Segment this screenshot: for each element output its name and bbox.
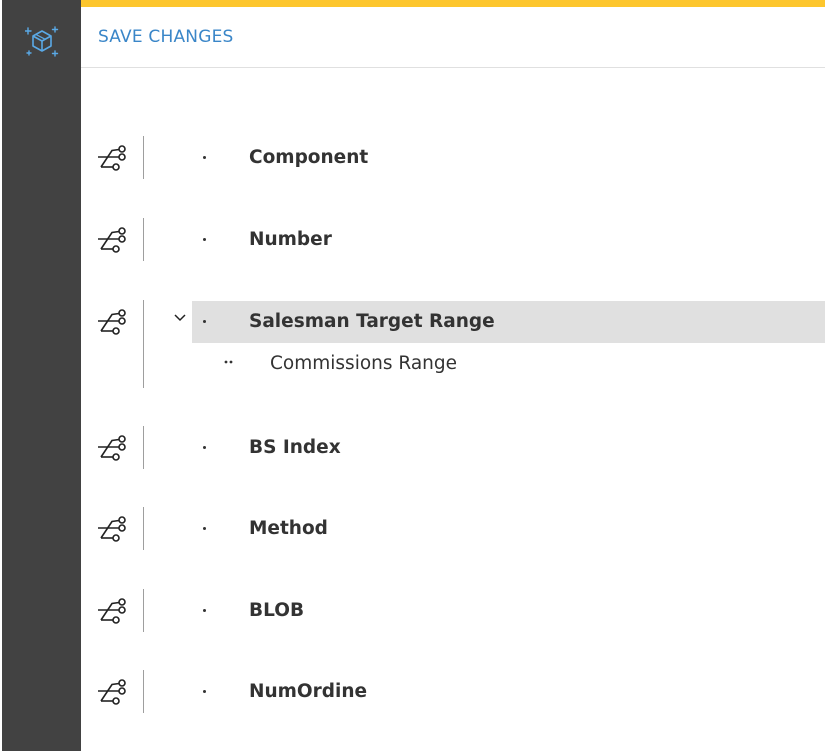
sidebar [0, 0, 81, 751]
app-window: SAVE CHANGES Component Number Salesman T… [0, 0, 825, 751]
node-bullet [203, 527, 206, 530]
node-bullet [203, 446, 206, 449]
hierarchy-nodes-icon[interactable] [96, 514, 130, 544]
toolbar: SAVE CHANGES [81, 7, 825, 68]
row-divider [143, 589, 144, 632]
tree-node-label: BLOB [249, 600, 305, 621]
row-divider [143, 300, 144, 388]
node-bullet [203, 609, 206, 612]
hierarchy-nodes-icon[interactable] [96, 225, 130, 255]
tree-child-label: Commissions Range [270, 353, 458, 374]
row-divider [143, 670, 144, 713]
node-bullet [203, 690, 206, 693]
tree-node[interactable]: Number [192, 219, 825, 261]
save-changes-button[interactable]: SAVE CHANGES [98, 27, 234, 47]
tree-node-selected[interactable]: Salesman Target Range [192, 301, 825, 343]
row-divider [143, 426, 144, 469]
tree-node[interactable]: Component [192, 137, 825, 179]
tree-node-label: BS Index [249, 437, 341, 458]
sidebar-edge [0, 0, 2, 751]
node-bullet [203, 320, 206, 323]
child-bullet-icon [224, 360, 233, 364]
row-divider [143, 136, 144, 179]
hierarchy-nodes-icon[interactable] [96, 433, 130, 463]
tree-node-label: Salesman Target Range [249, 311, 495, 332]
tree-node[interactable]: NumOrdine [192, 671, 825, 713]
row-divider [143, 218, 144, 261]
tree-child-node[interactable]: Commissions Range [221, 345, 825, 385]
hierarchy-nodes-icon[interactable] [96, 307, 130, 337]
row-divider [143, 507, 144, 550]
tree-node-label: Number [249, 229, 332, 250]
hierarchy-nodes-icon[interactable] [96, 677, 130, 707]
tree-node-label: Component [249, 147, 369, 168]
node-bullet [203, 156, 206, 159]
tree-node-label: Method [249, 518, 328, 539]
tree-node[interactable]: Method [192, 508, 825, 550]
tree-node-label: NumOrdine [249, 681, 368, 702]
chevron-down-icon[interactable] [173, 313, 187, 323]
hierarchy-nodes-icon[interactable] [96, 143, 130, 173]
hierarchy-nodes-icon[interactable] [96, 596, 130, 626]
top-accent-bar [81, 0, 825, 7]
tree-node[interactable]: BLOB [192, 590, 825, 632]
node-bullet [203, 238, 206, 241]
tree-node[interactable]: BS Index [192, 427, 825, 469]
cube-sparkle-icon[interactable] [25, 25, 59, 59]
